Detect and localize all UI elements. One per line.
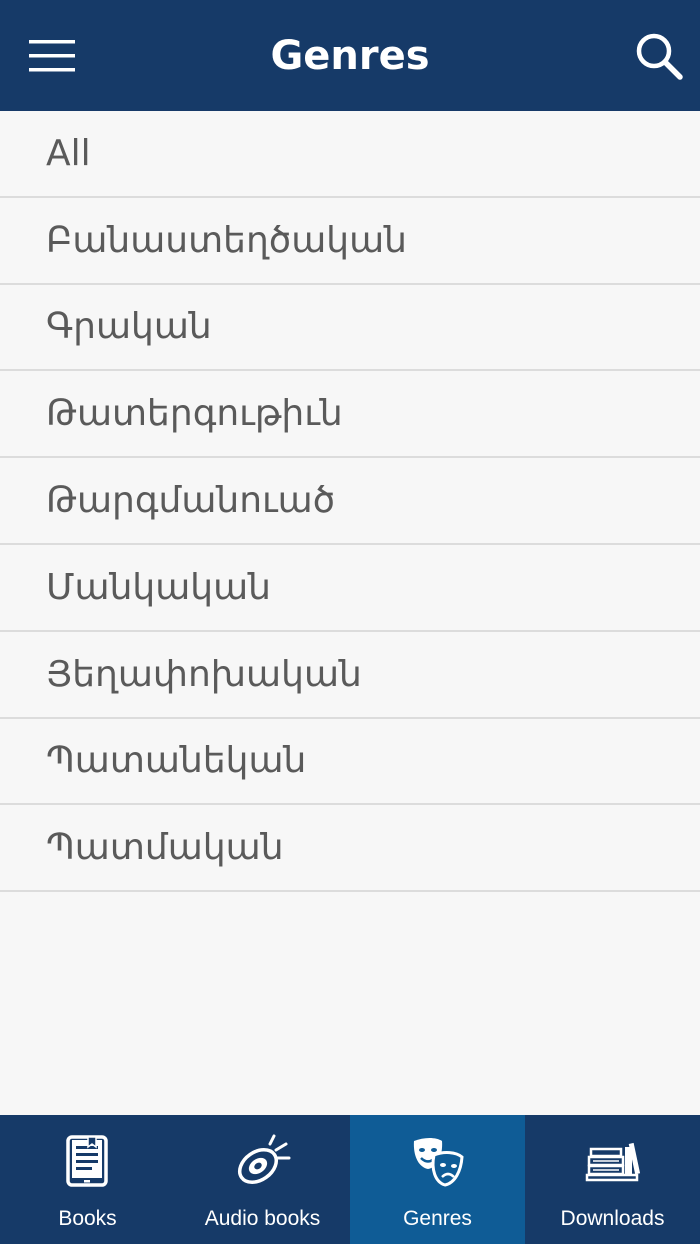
tab-books[interactable]: Books: [0, 1115, 175, 1244]
menu-button[interactable]: [22, 30, 82, 82]
genre-label: Բանաստեղծական: [46, 219, 408, 261]
speaker-icon: [237, 1134, 290, 1184]
genre-label: Մանկական: [46, 566, 271, 608]
genre-item-children[interactable]: Մանկական: [0, 545, 700, 632]
genre-item-revolutionary[interactable]: Յեղափոխական: [0, 632, 700, 719]
book-icon: [65, 1135, 108, 1187]
tab-books-label: Books: [58, 1207, 117, 1230]
genre-label: All: [46, 132, 91, 174]
genre-list: All Բանաստեղծական Գրական Թատերգութիւն Թա…: [0, 111, 700, 893]
tab-downloads-label: Downloads: [560, 1207, 665, 1230]
app-header: Genres: [0, 0, 700, 111]
search-button[interactable]: [628, 28, 690, 84]
genre-item-translated[interactable]: Թարգմանուած: [0, 458, 700, 545]
genre-item-all[interactable]: All: [0, 111, 700, 198]
tab-downloads[interactable]: Downloads: [525, 1115, 700, 1244]
theater-masks-icon: [413, 1138, 464, 1187]
bottom-tab-bar: Books Audio books Genres Downloads: [0, 1115, 700, 1244]
genre-label: Յեղափոխական: [46, 653, 362, 695]
genre-label: Թատերգութիւն: [46, 393, 343, 435]
bookshelf-icon: [585, 1142, 640, 1182]
genre-item-poetic[interactable]: Բանաստեղծական: [0, 198, 700, 285]
tab-genres-label: Genres: [403, 1207, 472, 1230]
tab-audio-books[interactable]: Audio books: [175, 1115, 350, 1244]
genre-item-drama[interactable]: Թատերգութիւն: [0, 371, 700, 459]
genre-label: Պատանեկան: [46, 740, 307, 782]
hamburger-menu-icon: [29, 40, 75, 72]
genre-label: Գրական: [46, 306, 212, 348]
genre-item-historical[interactable]: Պատմական: [0, 805, 700, 893]
genre-label: Պատմական: [46, 827, 284, 869]
genre-item-youth[interactable]: Պատանեկան: [0, 719, 700, 806]
tab-genres[interactable]: Genres: [350, 1115, 525, 1244]
genre-item-literary[interactable]: Գրական: [0, 285, 700, 372]
search-icon: [636, 33, 683, 80]
tab-audio-books-label: Audio books: [204, 1207, 321, 1230]
genre-label: Թարգմանուած: [46, 480, 336, 522]
page-title: Genres: [270, 32, 430, 79]
